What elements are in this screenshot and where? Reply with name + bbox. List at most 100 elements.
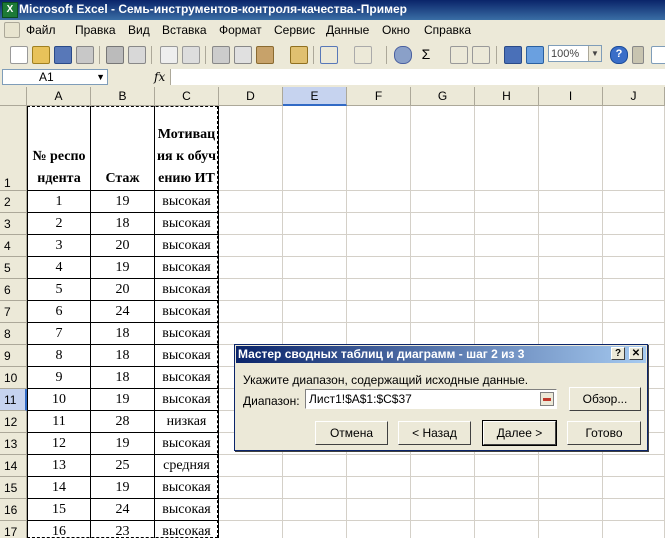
font-box[interactable] [651,46,665,64]
new-icon[interactable] [10,46,28,64]
row-header-4[interactable]: 4 [0,235,27,257]
cell-j16[interactable] [603,499,665,521]
cell-c11[interactable]: высокая [155,389,219,411]
cell-a15[interactable]: 14 [27,477,91,499]
cell-d17[interactable] [219,521,283,538]
cell-j14[interactable] [603,455,665,477]
cell-d16[interactable] [219,499,283,521]
cell-g8[interactable] [411,323,475,345]
cell-h8[interactable] [475,323,539,345]
excel-icon[interactable]: X [2,2,18,18]
dialog-help-button[interactable]: ? [611,347,625,360]
cell-g16[interactable] [411,499,475,521]
cell-c7[interactable]: высокая [155,301,219,323]
row-header-15[interactable]: 15 [0,477,27,499]
cell-b6[interactable]: 20 [91,279,155,301]
cell-j6[interactable] [603,279,665,301]
cell-c17[interactable]: высокая [155,521,219,538]
cell-a5[interactable]: 4 [27,257,91,279]
cell-g7[interactable] [411,301,475,323]
cell-f14[interactable] [347,455,411,477]
print-icon[interactable] [106,46,124,64]
cell-a4[interactable]: 3 [27,235,91,257]
cell-c9[interactable]: высокая [155,345,219,367]
cell-i16[interactable] [539,499,603,521]
cell-d8[interactable] [219,323,283,345]
cell-a14[interactable]: 13 [27,455,91,477]
cell-c10[interactable]: высокая [155,367,219,389]
cell-h16[interactable] [475,499,539,521]
cell-b7[interactable]: 24 [91,301,155,323]
column-header-g[interactable]: G [411,87,475,106]
cell-b17[interactable]: 23 [91,521,155,538]
cell-e2[interactable] [283,191,347,213]
cell-a2[interactable]: 1 [27,191,91,213]
cell-i7[interactable] [539,301,603,323]
cell-d6[interactable] [219,279,283,301]
cell-c6[interactable]: высокая [155,279,219,301]
sort-ascending-icon[interactable] [450,46,468,64]
cell-j3[interactable] [603,213,665,235]
cell-a12[interactable]: 11 [27,411,91,433]
cell-b3[interactable]: 18 [91,213,155,235]
cell-i15[interactable] [539,477,603,499]
worksheet-grid[interactable]: A B C D E F G H I J 1 № респондента Стаж Мотивация к … [0,87,665,538]
cell-f2[interactable] [347,191,411,213]
cell-f17[interactable] [347,521,411,538]
cell-j1[interactable] [603,106,665,191]
cell-h14[interactable] [475,455,539,477]
copy-icon[interactable] [234,46,252,64]
cell-d5[interactable] [219,257,283,279]
cell-a3[interactable]: 2 [27,213,91,235]
paste-icon[interactable] [256,46,274,64]
open-icon[interactable] [32,46,50,64]
cell-b5[interactable]: 19 [91,257,155,279]
cell-a6[interactable]: 5 [27,279,91,301]
cell-c14[interactable]: средняя [155,455,219,477]
cell-b1[interactable]: Стаж [91,106,155,191]
cell-j5[interactable] [603,257,665,279]
cell-d3[interactable] [219,213,283,235]
cell-h6[interactable] [475,279,539,301]
menu-insert[interactable]: Вставка [162,23,207,37]
cell-f15[interactable] [347,477,411,499]
cell-d2[interactable] [219,191,283,213]
cell-d15[interactable] [219,477,283,499]
toolbar-options-icon[interactable] [632,46,644,64]
column-header-h[interactable]: H [475,87,539,106]
cell-g1[interactable] [411,106,475,191]
cell-f1[interactable] [347,106,411,191]
cell-e14[interactable] [283,455,347,477]
cell-i8[interactable] [539,323,603,345]
cell-e7[interactable] [283,301,347,323]
cell-j8[interactable] [603,323,665,345]
cell-c16[interactable]: высокая [155,499,219,521]
sort-descending-icon[interactable] [472,46,490,64]
range-input[interactable]: Лист1!$A$1:$C$37 [305,389,557,409]
cell-c8[interactable]: высокая [155,323,219,345]
help-icon[interactable]: ? [610,46,628,64]
cell-h1[interactable] [475,106,539,191]
cell-e3[interactable] [283,213,347,235]
column-header-j[interactable]: J [603,87,665,106]
column-header-e[interactable]: E [283,87,347,106]
cell-e4[interactable] [283,235,347,257]
cell-c4[interactable]: высокая [155,235,219,257]
cell-b14[interactable]: 25 [91,455,155,477]
cell-f7[interactable] [347,301,411,323]
menu-edit[interactable]: Правка [75,23,116,37]
row-header-9[interactable]: 9 [0,345,27,367]
column-header-a[interactable]: A [27,87,91,106]
redo-icon[interactable] [354,46,372,64]
row-header-7[interactable]: 7 [0,301,27,323]
cell-c13[interactable]: высокая [155,433,219,455]
cell-h17[interactable] [475,521,539,538]
permission-icon[interactable] [76,46,94,64]
cell-f5[interactable] [347,257,411,279]
cell-d1[interactable] [219,106,283,191]
cut-icon[interactable] [212,46,230,64]
cell-h2[interactable] [475,191,539,213]
row-header-8[interactable]: 8 [0,323,27,345]
research-icon[interactable] [182,46,200,64]
zoom-select[interactable]: 100% ▼ [548,45,602,62]
